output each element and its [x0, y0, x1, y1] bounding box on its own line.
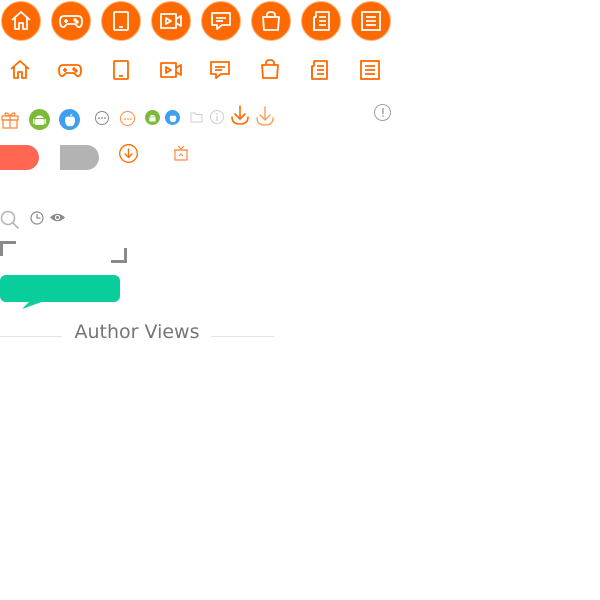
article-icon[interactable] [351, 1, 391, 41]
tablet-icon[interactable] [109, 58, 133, 82]
tablet-icon[interactable] [101, 1, 141, 41]
speech-bubble [0, 275, 120, 302]
warning-icon [374, 104, 391, 121]
apple-icon[interactable] [165, 110, 180, 125]
gamepad-icon[interactable] [57, 58, 83, 82]
download-icon[interactable] [254, 105, 276, 127]
android-icon[interactable] [29, 109, 50, 130]
gift-box-icon [173, 144, 189, 162]
info-icon [210, 110, 224, 124]
folder-icon [190, 111, 203, 123]
article-icon[interactable] [358, 58, 382, 82]
home-icon[interactable] [1, 1, 41, 41]
download-icon[interactable] [229, 104, 251, 126]
gray-pill-button[interactable] [60, 145, 99, 170]
gift-icon [0, 109, 20, 129]
gamepad-icon[interactable] [51, 1, 91, 41]
search-icon[interactable] [0, 210, 20, 230]
comment-icon[interactable] [208, 58, 232, 82]
frame-corner-top-left [0, 241, 3, 256]
speech-bubble-tail [22, 299, 50, 310]
download-circle-icon[interactable] [118, 143, 139, 164]
apple-icon[interactable] [59, 109, 80, 130]
eye-icon [49, 212, 66, 223]
title-divider-right [211, 336, 274, 337]
title-divider-left [0, 336, 62, 337]
clock-icon [30, 211, 44, 225]
shopping-bag-icon[interactable] [251, 1, 291, 41]
frame-corner-bottom-right [124, 248, 127, 263]
news-icon[interactable] [307, 58, 331, 82]
more-icon[interactable] [95, 111, 109, 125]
more-icon[interactable] [120, 111, 135, 126]
home-icon[interactable] [8, 58, 32, 82]
android-icon[interactable] [145, 110, 160, 125]
red-pill-button[interactable] [0, 145, 39, 170]
video-icon[interactable] [158, 58, 184, 82]
comment-icon[interactable] [201, 1, 241, 41]
video-icon[interactable] [151, 1, 191, 41]
section-title: Author Views [74, 321, 200, 343]
news-icon[interactable] [301, 1, 341, 41]
shopping-bag-icon[interactable] [258, 57, 282, 81]
